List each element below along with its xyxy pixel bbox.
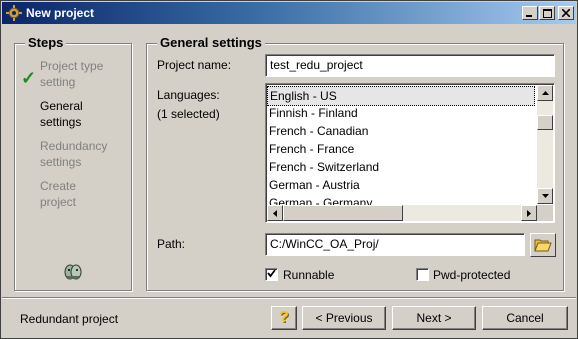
- vertical-scroll-thumb[interactable]: [537, 115, 553, 130]
- runnable-label: Runnable: [283, 268, 335, 282]
- scroll-right-button[interactable]: [521, 205, 537, 221]
- step-general-settings: General settings: [40, 99, 83, 129]
- steps-group: Steps ✓ Project type setting General set…: [14, 35, 132, 291]
- window-title: New project: [26, 6, 95, 20]
- pwd-protected-label: Pwd-protected: [433, 268, 511, 282]
- close-icon: [562, 9, 570, 17]
- arrow-right-icon: [527, 209, 531, 217]
- path-input[interactable]: C:/WinCC_OA_Proj/: [265, 233, 525, 256]
- maximize-icon: [542, 8, 552, 18]
- vertical-scrollbar[interactable]: [537, 85, 553, 204]
- checkmark-icon: ✓: [21, 68, 37, 88]
- maximize-button[interactable]: [539, 6, 555, 20]
- title-bar[interactable]: New project: [2, 2, 576, 24]
- cancel-button[interactable]: Cancel: [482, 306, 568, 330]
- help-icon: ?: [279, 309, 289, 326]
- runnable-checkbox[interactable]: [265, 268, 278, 281]
- horizontal-scrollbar[interactable]: [267, 205, 537, 221]
- close-button[interactable]: [558, 6, 574, 20]
- browse-folder-button[interactable]: [530, 233, 556, 257]
- arrow-down-icon: [541, 194, 549, 198]
- languages-label: Languages:: [157, 88, 220, 102]
- steps-heading: Steps: [25, 35, 67, 50]
- languages-list[interactable]: English - US Finnish - Finland French - …: [265, 83, 555, 223]
- redundancy-icon: [64, 264, 82, 280]
- pwd-protected-checkbox[interactable]: [416, 268, 429, 281]
- minimize-icon: [526, 15, 532, 17]
- list-item[interactable]: French - France: [269, 140, 354, 158]
- list-item[interactable]: Finnish - Finland: [269, 104, 358, 122]
- folder-open-icon: [534, 239, 552, 252]
- scroll-left-button[interactable]: [267, 205, 283, 221]
- previous-button[interactable]: < Previous: [302, 306, 386, 330]
- list-item[interactable]: French - Canadian: [269, 122, 368, 140]
- path-label: Path:: [157, 237, 186, 251]
- general-settings-heading: General settings: [157, 35, 265, 50]
- languages-count: (1 selected): [157, 107, 220, 121]
- arrow-up-icon: [541, 91, 549, 95]
- arrow-left-icon: [273, 209, 277, 217]
- list-item[interactable]: English - US: [267, 86, 535, 106]
- status-text: Redundant project: [20, 312, 119, 326]
- gear-icon: [6, 5, 22, 21]
- minimize-button[interactable]: [522, 6, 538, 20]
- horizontal-scroll-thumb[interactable]: [283, 205, 403, 221]
- scrollbar-corner: [537, 205, 553, 221]
- help-button[interactable]: ?: [271, 306, 297, 330]
- list-item[interactable]: German - Austria: [269, 176, 360, 194]
- step-create-project: Create project: [40, 179, 77, 209]
- new-project-dialog: New project Steps ✓ Project type setting…: [0, 0, 578, 339]
- scroll-up-button[interactable]: [537, 85, 553, 101]
- step-project-type: Project type setting: [40, 59, 104, 89]
- checkbox-check-icon: [267, 269, 276, 278]
- project-name-input[interactable]: test_redu_project: [265, 54, 555, 77]
- step-redundancy-settings: Redundancy settings: [40, 139, 108, 169]
- list-item[interactable]: French - Switzerland: [269, 158, 379, 176]
- scroll-down-button[interactable]: [537, 188, 553, 204]
- project-name-label: Project name:: [157, 58, 232, 72]
- next-button[interactable]: Next >: [392, 306, 476, 330]
